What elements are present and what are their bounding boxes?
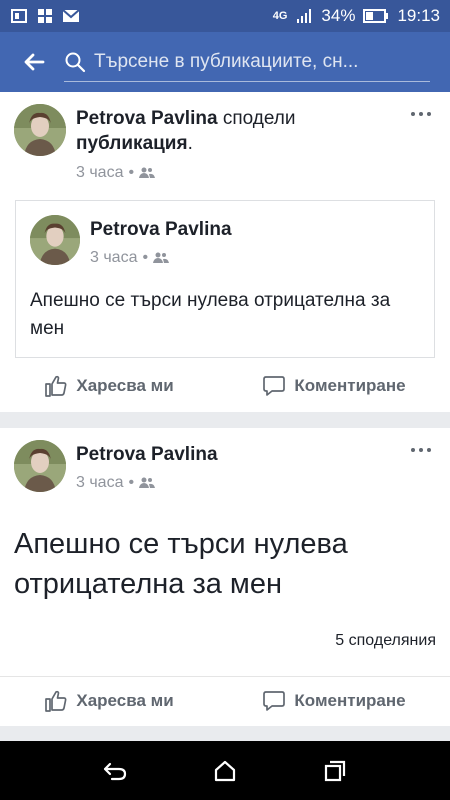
shared-object-link[interactable]: публикация <box>76 133 188 154</box>
search-icon <box>65 52 86 72</box>
phone-icon <box>11 9 27 23</box>
shared-post-text: Апешно се търси нулева отрицателна за ме… <box>30 290 391 339</box>
gallery-icon <box>38 9 52 23</box>
comment-label: Коментиране <box>294 690 406 710</box>
meta-dot: • <box>128 474 135 491</box>
post-meta: 3 часа • <box>76 474 156 492</box>
post-text: Апешно се търси нулева отрицателна за ме… <box>14 528 348 600</box>
status-post-card: Petrova Pavlina 3 часа • Апешно се търси… <box>0 428 450 726</box>
comment-icon <box>263 690 286 711</box>
back-button[interactable] <box>12 40 56 84</box>
shared-post-meta: 3 часа • <box>90 249 170 267</box>
avatar-photo <box>14 440 66 492</box>
avatar[interactable] <box>14 440 66 492</box>
friends-icon <box>139 167 156 178</box>
nav-recents-button[interactable] <box>315 751 355 791</box>
search-input[interactable] <box>94 50 430 73</box>
signal-icon <box>297 9 312 23</box>
shared-avatar[interactable] <box>30 215 80 265</box>
author-name[interactable]: Petrova Pavlina <box>76 108 218 129</box>
thumbs-up-icon <box>45 690 67 712</box>
comment-label: Коментиране <box>294 376 406 395</box>
comment-icon <box>263 376 286 396</box>
app-bar <box>0 32 450 92</box>
home-icon <box>214 760 236 781</box>
friends-icon <box>139 477 156 488</box>
shared-post-time[interactable]: 3 часа <box>90 249 137 267</box>
avatar[interactable] <box>14 104 66 156</box>
like-label: Харесва ми <box>76 376 174 395</box>
post-title: Petrova Pavlina сподели публикация. <box>76 108 296 154</box>
thumbs-up-icon <box>45 375 67 397</box>
friends-icon <box>153 252 170 263</box>
like-button[interactable]: Харесва ми <box>44 689 174 713</box>
post-title: Petrova Pavlina <box>76 442 396 467</box>
avatar-photo <box>14 104 66 156</box>
more-options-button[interactable] <box>406 440 436 460</box>
status-notifications <box>10 7 80 25</box>
network-type: 4G <box>272 10 288 22</box>
author-name[interactable]: Petrova Pavlina <box>76 444 218 465</box>
like-button[interactable]: Харесва ми <box>44 374 174 398</box>
post-header: Petrova Pavlina сподели публикация. 3 час… <box>14 104 436 184</box>
mail-icon <box>62 9 80 22</box>
battery-icon <box>363 9 389 23</box>
recents-icon <box>324 760 346 781</box>
nav-home-button[interactable] <box>205 751 245 791</box>
shared-author-name[interactable]: Petrova Pavlina <box>90 219 232 241</box>
status-bar: 4G 34% 19:13 <box>0 0 450 32</box>
more-options-button[interactable] <box>406 104 436 124</box>
post-actions: Харесва ми Коментиране <box>0 362 450 410</box>
shares-count[interactable]: 5 споделяния <box>335 632 436 650</box>
back-icon <box>103 762 127 780</box>
post-meta: 3 часа • <box>76 164 156 182</box>
shared-post-box[interactable]: Petrova Pavlina 3 часа • Апешно се търси… <box>15 200 435 358</box>
post-actions: Харесва ми Коментиране <box>0 676 450 724</box>
like-label: Харесва ми <box>76 690 174 710</box>
post-time[interactable]: 3 часа <box>76 474 123 492</box>
battery-percent: 34% <box>321 6 356 25</box>
more-dots-icon <box>411 112 431 116</box>
back-arrow-icon <box>24 53 45 71</box>
meta-dot: • <box>128 164 135 181</box>
meta-dot: • <box>142 249 149 266</box>
status-system: 4G 34% 19:13 <box>273 6 440 26</box>
shared-verb: сподели <box>222 108 296 129</box>
post-time[interactable]: 3 часа <box>76 164 123 182</box>
more-dots-icon <box>411 448 431 452</box>
avatar-photo <box>30 215 80 265</box>
comment-button[interactable]: Коментиране <box>262 689 406 713</box>
search-box[interactable] <box>64 42 430 82</box>
post-header: Petrova Pavlina 3 часа • <box>14 440 436 520</box>
clock: 19:13 <box>397 6 440 25</box>
nav-back-button[interactable] <box>95 751 135 791</box>
system-nav-bar <box>0 741 450 800</box>
comment-button[interactable]: Коментиране <box>262 374 406 398</box>
shared-post-card: Petrova Pavlina сподели публикация. 3 час… <box>0 92 450 412</box>
